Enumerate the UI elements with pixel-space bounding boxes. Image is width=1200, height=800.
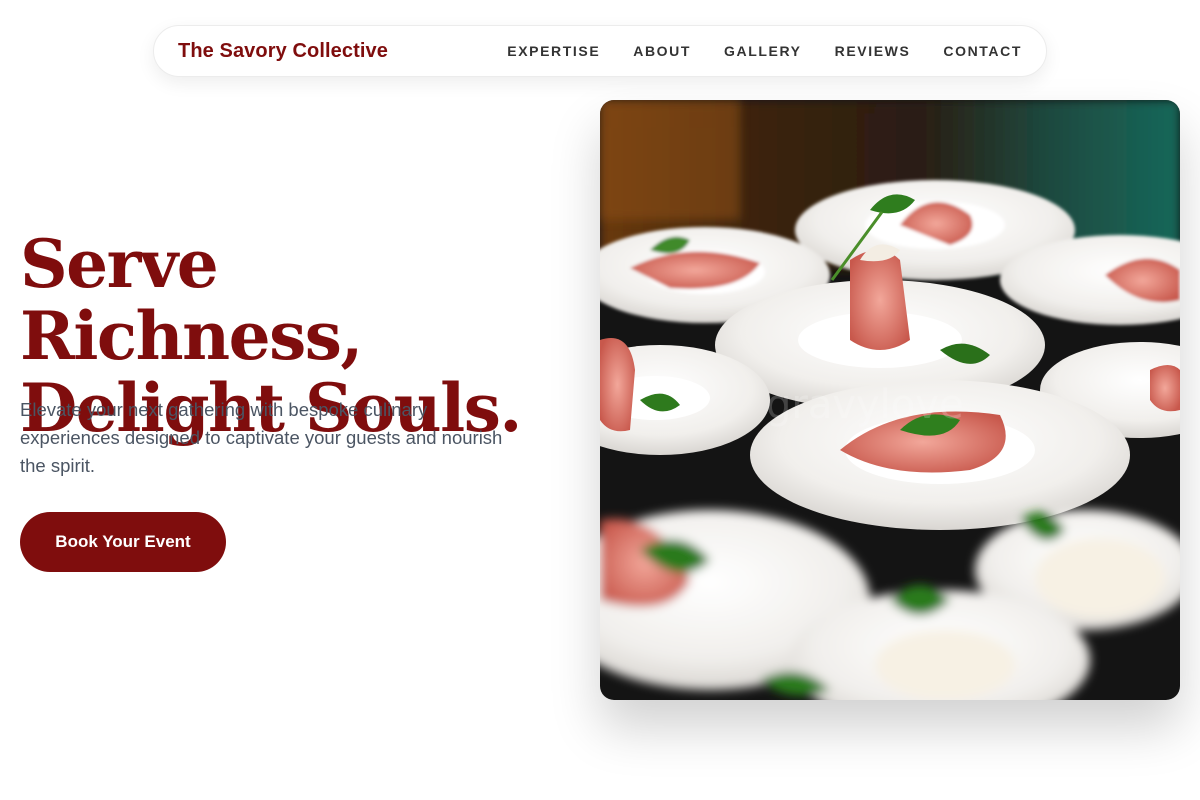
page: The Savory Collective EXPERTISE ABOUT GA… xyxy=(0,0,1200,800)
nav-link-expertise[interactable]: EXPERTISE xyxy=(507,43,600,59)
hero-subtext: Elevate your next gathering with bespoke… xyxy=(20,399,503,476)
hero-headline-line-1: Serve Richness, xyxy=(20,225,363,375)
hero-food-image: gravylove xyxy=(600,100,1180,700)
book-event-button[interactable]: Book Your Event xyxy=(20,512,226,572)
nav-links: EXPERTISE ABOUT GALLERY REVIEWS CONTACT xyxy=(507,43,1022,59)
nav-link-gallery[interactable]: GALLERY xyxy=(724,43,802,59)
nav-link-contact[interactable]: CONTACT xyxy=(943,43,1022,59)
hero-image-watermark: gravylove xyxy=(766,382,964,428)
brand-logo[interactable]: The Savory Collective xyxy=(178,40,388,63)
nav-link-about[interactable]: ABOUT xyxy=(633,43,691,59)
navbar: The Savory Collective EXPERTISE ABOUT GA… xyxy=(153,25,1047,77)
nav-link-reviews[interactable]: REVIEWS xyxy=(835,43,911,59)
